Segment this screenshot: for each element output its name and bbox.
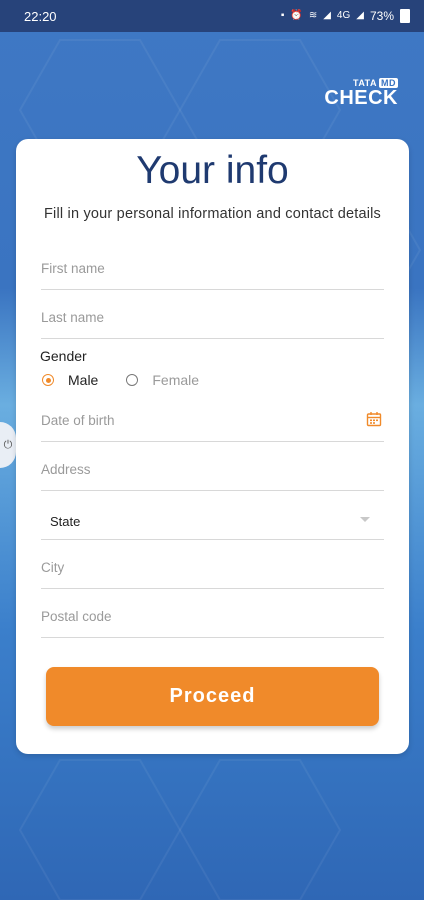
city-field[interactable]: City — [41, 552, 384, 589]
calendar-icon[interactable] — [366, 411, 382, 427]
gender-label: Gender — [40, 348, 87, 364]
address-field[interactable]: Address — [41, 454, 384, 491]
page-subtitle: Fill in your personal information and co… — [43, 206, 382, 222]
page-title: Your info — [136, 149, 289, 192]
last-name-field[interactable]: Last name — [41, 302, 384, 339]
first-name-placeholder: First name — [41, 261, 105, 276]
battery-icon — [400, 9, 410, 23]
status-time: 22:20 — [24, 8, 57, 24]
wifi-icon: ≋ — [308, 10, 318, 21]
gender-female-label[interactable]: Female — [152, 372, 199, 388]
city-placeholder: City — [41, 560, 65, 575]
status-bar: 22:20 ▪ ⏰ ≋ ◢ 4G ◢ 73% — [0, 0, 424, 32]
state-value: State — [50, 514, 81, 529]
side-power-handle[interactable]: ⏻ — [0, 422, 16, 468]
status-icons: ▪ ⏰ ≋ ◢ 4G ◢ 73% — [281, 9, 410, 23]
gender-female-radio[interactable] — [126, 374, 139, 386]
info-card: Your info Fill in your personal informat… — [16, 139, 409, 754]
proceed-button[interactable]: Proceed — [46, 667, 379, 726]
chevron-down-icon — [360, 517, 370, 522]
date-of-birth-field[interactable]: Date of birth — [41, 405, 384, 442]
first-name-field[interactable]: First name — [41, 253, 384, 290]
gender-male-radio[interactable] — [42, 374, 54, 386]
address-placeholder: Address — [41, 462, 91, 477]
brand-logo: TATA MD CHECK — [324, 78, 398, 110]
gender-male-label[interactable]: Male — [68, 372, 98, 388]
network-label: 4G — [336, 10, 351, 21]
alarm-icon: ⏰ — [290, 10, 303, 21]
dob-placeholder: Date of birth — [41, 413, 115, 428]
battery-percent: 73% — [369, 9, 394, 23]
state-select[interactable]: State — [41, 503, 384, 540]
postal-code-placeholder: Postal code — [41, 609, 112, 624]
postal-code-field[interactable]: Postal code — [41, 601, 384, 638]
last-name-placeholder: Last name — [41, 310, 105, 325]
logo-check: CHECK — [324, 87, 398, 109]
power-icon: ⏻ — [3, 438, 13, 451]
signal-icon: ◢ — [323, 10, 331, 21]
signal-icon-2: ◢ — [356, 10, 364, 21]
gender-radio-group: Male Female — [42, 372, 199, 388]
volte-icon: ▪ — [280, 10, 285, 21]
